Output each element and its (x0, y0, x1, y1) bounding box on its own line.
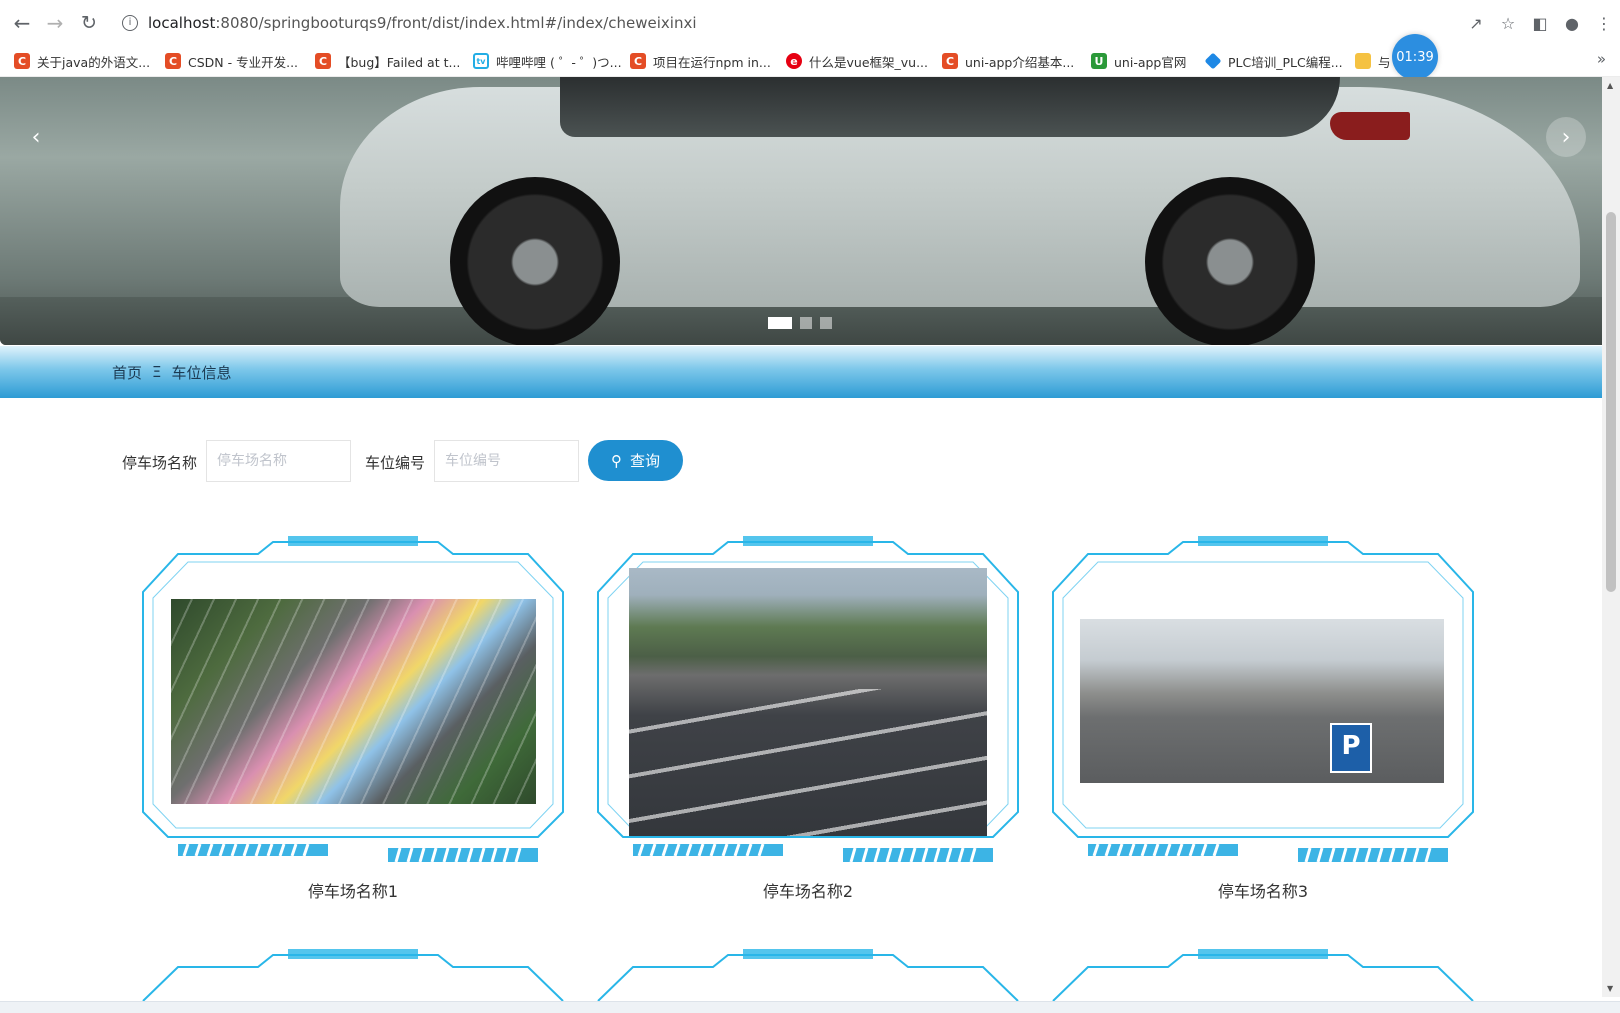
parking-card[interactable]: P 停车场名称3 (1048, 532, 1478, 901)
forward-arrow-icon[interactable]: → (41, 9, 69, 37)
csdn-icon: C (630, 53, 646, 69)
breadcrumb-current: 车位信息 (171, 363, 232, 382)
bookmark-item[interactable]: Cuni-app介绍基本... (942, 52, 1074, 70)
spot-number-label: 车位编号 (365, 454, 426, 472)
bookmark-item[interactable]: Uuni-app官网 (1091, 52, 1186, 70)
page-scrollbar[interactable]: ▲ ▼ (1602, 77, 1620, 997)
scrollbar-thumb[interactable] (1606, 212, 1616, 592)
bookmark-item[interactable]: C 【bug】Failed at t... (315, 52, 460, 70)
card-title[interactable]: 停车场名称2 (593, 878, 1023, 902)
misc-icon (1355, 53, 1371, 69)
scroll-down-icon[interactable]: ▼ (1607, 984, 1613, 993)
carousel-next-icon[interactable]: › (1546, 117, 1586, 157)
timer-badge[interactable]: 01:39 (1392, 34, 1438, 80)
breadcrumb: 首页 Ξ 车位信息 (0, 346, 1602, 398)
side-panel-icon[interactable]: ◧ (1524, 9, 1556, 37)
search-button[interactable]: ⚲ 查询 (588, 440, 683, 481)
profile-icon[interactable]: ● (1556, 9, 1588, 37)
breadcrumb-home[interactable]: 首页 (112, 362, 142, 383)
address-bar[interactable]: i localhost :8080/springbooturqs9/front/… (122, 12, 697, 34)
browser-toolbar: ← → ↻ i localhost :8080/springbooturqs9/… (0, 0, 1620, 46)
bookmark-item[interactable]: 与 (1355, 52, 1391, 70)
carousel-indicators (768, 317, 832, 329)
search-form: 停车场名称 车位编号 ⚲ 查询 (0, 440, 1602, 484)
carousel-prev-icon[interactable]: ‹ (16, 117, 56, 157)
menu-kebab-icon[interactable]: ⋮ (1588, 9, 1620, 37)
card-title[interactable]: 停车场名称1 (138, 878, 568, 902)
uniapp-icon: U (1091, 53, 1107, 69)
url-path: :8080/springbooturqs9/front/dist/index.h… (215, 14, 697, 32)
os-taskbar (0, 1001, 1620, 1013)
bookmark-item[interactable]: e 什么是vue框架_vu... (786, 52, 928, 70)
search-button-label: 查询 (629, 452, 660, 470)
csdn-icon: C (942, 53, 958, 69)
bookmark-item[interactable]: PLC培训_PLC编程... (1204, 52, 1343, 70)
diamond-icon (1204, 52, 1222, 70)
lot-name-input[interactable] (206, 440, 351, 482)
url-host: localhost (148, 14, 216, 32)
bookmarks-overflow-icon[interactable]: » (1597, 50, 1606, 68)
spot-number-input[interactable] (434, 440, 579, 482)
csdn-icon: C (315, 53, 331, 69)
bookmark-item[interactable]: tv 哔哩哔哩 ( ゜- ゜)つ... (473, 52, 622, 70)
breadcrumb-separator: Ξ (152, 363, 162, 381)
carousel-dot[interactable] (768, 317, 792, 329)
parking-card[interactable]: 停车场名称1 (138, 532, 568, 901)
card-title[interactable]: 停车场名称3 (1048, 878, 1478, 902)
parking-card[interactable]: 停车场名称2 (593, 532, 1023, 901)
parking-lot-photo[interactable]: P (1080, 619, 1444, 783)
parking-lot-photo[interactable] (629, 568, 987, 836)
star-icon[interactable]: ☆ (1492, 9, 1524, 37)
site-info-icon[interactable]: i (122, 15, 138, 31)
banner-carousel: ‹ › (0, 77, 1602, 345)
bookmark-item[interactable]: C CSDN - 专业开发... (165, 52, 298, 70)
parking-lot-photo[interactable] (171, 599, 536, 804)
next-row-frames (142, 949, 1474, 1001)
share-icon[interactable]: ↗ (1460, 9, 1492, 37)
csdn-icon: C (165, 53, 181, 69)
lot-name-label: 停车场名称 (122, 454, 198, 472)
bilibili-icon: tv (473, 53, 489, 69)
red-circle-icon: e (786, 53, 802, 69)
bookmark-item[interactable]: C 关于java的外语文... (14, 52, 150, 70)
back-arrow-icon[interactable]: ← (8, 9, 36, 37)
parking-sign-icon: P (1330, 723, 1372, 773)
carousel-dot[interactable] (800, 317, 812, 329)
csdn-icon: C (14, 53, 30, 69)
bookmarks-bar: C 关于java的外语文... C CSDN - 专业开发... C 【bug】Fai… (0, 46, 1620, 77)
search-icon: ⚲ (610, 451, 622, 470)
reload-icon[interactable]: ↻ (75, 9, 103, 37)
scroll-up-icon[interactable]: ▲ (1607, 81, 1613, 90)
carousel-dot[interactable] (820, 317, 832, 329)
bookmark-item[interactable]: C 项目在运行npm in... (630, 52, 771, 70)
